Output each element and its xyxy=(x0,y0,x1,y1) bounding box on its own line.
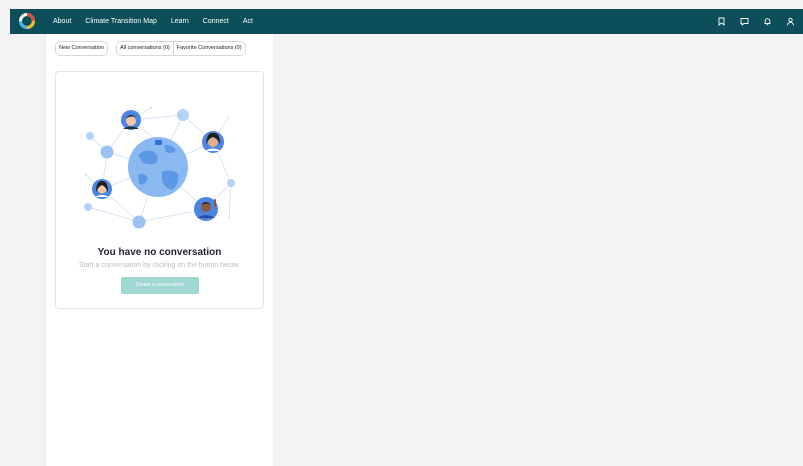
left-gutter xyxy=(10,34,45,466)
tab-all-conversations[interactable]: All conversations (0) xyxy=(116,42,173,55)
nav-act[interactable]: Act xyxy=(243,18,253,25)
nav-learn[interactable]: Learn xyxy=(171,18,189,25)
new-conversation-button[interactable]: New Conversation xyxy=(55,41,108,56)
conversation-filter-group: All conversations (0) Favorite Conversat… xyxy=(115,41,246,56)
conversations-panel: New Conversation All conversations (0) F… xyxy=(45,34,274,466)
nav-about[interactable]: About xyxy=(53,18,71,25)
top-navigation-bar: About Climate Transition Map Learn Conne… xyxy=(10,9,803,34)
create-conversation-button[interactable]: Create a conversation xyxy=(121,277,199,294)
tab-favorite-conversations[interactable]: Favorite Conversations (0) xyxy=(172,42,245,55)
chat-icon[interactable] xyxy=(740,17,749,26)
connected-globe-illustration xyxy=(76,100,236,235)
conversation-content-area xyxy=(273,34,803,466)
user-icon[interactable] xyxy=(786,17,795,26)
empty-state-card: You have no conversation Start a convers… xyxy=(55,71,264,309)
main-nav: About Climate Transition Map Learn Conne… xyxy=(53,9,267,34)
nav-connect[interactable]: Connect xyxy=(203,18,229,25)
nav-climate-transition-map[interactable]: Climate Transition Map xyxy=(85,18,157,25)
bell-icon[interactable] xyxy=(763,17,772,26)
bookmark-icon[interactable] xyxy=(717,17,726,26)
empty-state-title: You have no conversation xyxy=(97,247,222,258)
conversation-tabs: New Conversation All conversations (0) F… xyxy=(55,41,246,56)
empty-state-subtitle: Start a conversation by clicking on the … xyxy=(78,262,241,269)
header-actions xyxy=(703,9,795,34)
ring-logo-icon[interactable] xyxy=(18,12,36,30)
